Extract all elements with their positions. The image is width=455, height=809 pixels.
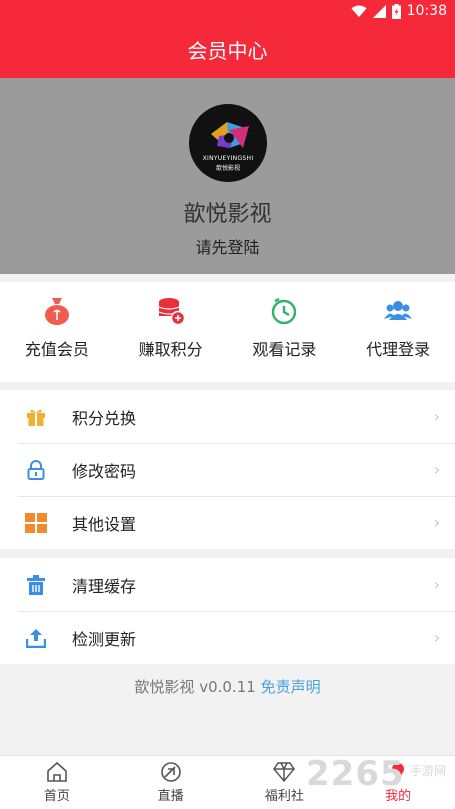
quick-action-history[interactable]: 观看记录 [228,282,342,382]
menu-item-clear-cache[interactable]: 清理缓存 › [0,558,455,611]
tab-home[interactable]: 首页 [0,756,114,809]
app-name: 歆悦影视 [183,202,272,227]
tab-label: 福利社 [264,789,304,804]
profile-header: XINYUEYINGSHI 歆悦影视 歆悦影视 请先登陆 [0,78,455,274]
menu-item-label: 修改密码 [72,461,137,481]
menu-item-check-update[interactable]: 检测更新 › [0,611,455,664]
quick-action-recharge[interactable]: 充值会员 [0,282,114,382]
menu-group-system: 清理缓存 › 检测更新 › [0,558,455,664]
version-text: 歆悦影视 v0.0.11 [134,678,256,696]
clock-icon [272,297,297,325]
chevron-right-icon: › [433,513,441,532]
tab-live[interactable]: 直播 [114,756,228,809]
wifi-icon [351,5,367,17]
tab-label: 直播 [157,789,184,804]
menu-item-label: 检测更新 [72,629,137,649]
battery-icon [391,3,401,19]
signal-icon [372,4,386,18]
login-link[interactable]: 请先登陆 [0,234,455,258]
live-icon [160,762,181,782]
menu-item-label: 清理缓存 [72,576,137,596]
diamond-icon [273,762,296,783]
version-footer: 歆悦影视 v0.0.11 免责声明 [0,676,455,697]
menu-item-points-exchange[interactable]: 积分兑换 › [0,390,455,443]
quick-action-label: 代理登录 [366,340,431,359]
page-title: 会员中心 [0,25,455,78]
quick-action-label: 赚取积分 [138,340,203,359]
avatar[interactable]: XINYUEYINGSHI 歆悦影视 [189,104,267,182]
upload-icon [26,628,46,648]
quick-actions: 充值会员 赚取积分 观看记录 代理登录 [0,282,455,382]
grid-icon [25,512,47,533]
chevron-right-icon: › [433,407,441,426]
menu-item-label: 其他设置 [72,514,137,534]
chevron-right-icon: › [433,575,441,594]
menu-item-other-settings[interactable]: 其他设置 › [0,496,455,549]
status-bar: 10:38 [0,0,455,25]
chevron-right-icon: › [433,628,441,647]
chevron-right-icon: › [433,460,441,479]
quick-action-earn-points[interactable]: 赚取积分 [114,282,228,382]
tab-label: 首页 [43,789,70,804]
status-time: 10:38 [406,3,447,19]
disclaimer-link[interactable]: 免责声明 [261,678,321,696]
money-bag-icon [44,298,69,325]
logo-subtext: 歆悦影视 [215,165,240,172]
gift-icon [27,409,45,426]
lock-icon [27,459,45,480]
menu-item-change-password[interactable]: 修改密码 › [0,443,455,496]
watermark-logo: 2265 [306,754,405,794]
trash-icon [27,574,45,595]
logo-wordmark: XINYUEYINGSHI [202,155,254,162]
menu-group-account: 积分兑换 › 修改密码 › 其他设置 › [0,390,455,549]
quick-action-label: 观看记录 [252,340,317,359]
menu-item-label: 积分兑换 [72,408,137,428]
people-icon [384,301,413,320]
coins-icon [158,298,185,326]
quick-action-agent-login[interactable]: 代理登录 [341,282,455,382]
quick-action-label: 充值会员 [24,340,89,359]
watermark-subtext: 手游网 [410,764,447,778]
home-icon [47,761,67,782]
